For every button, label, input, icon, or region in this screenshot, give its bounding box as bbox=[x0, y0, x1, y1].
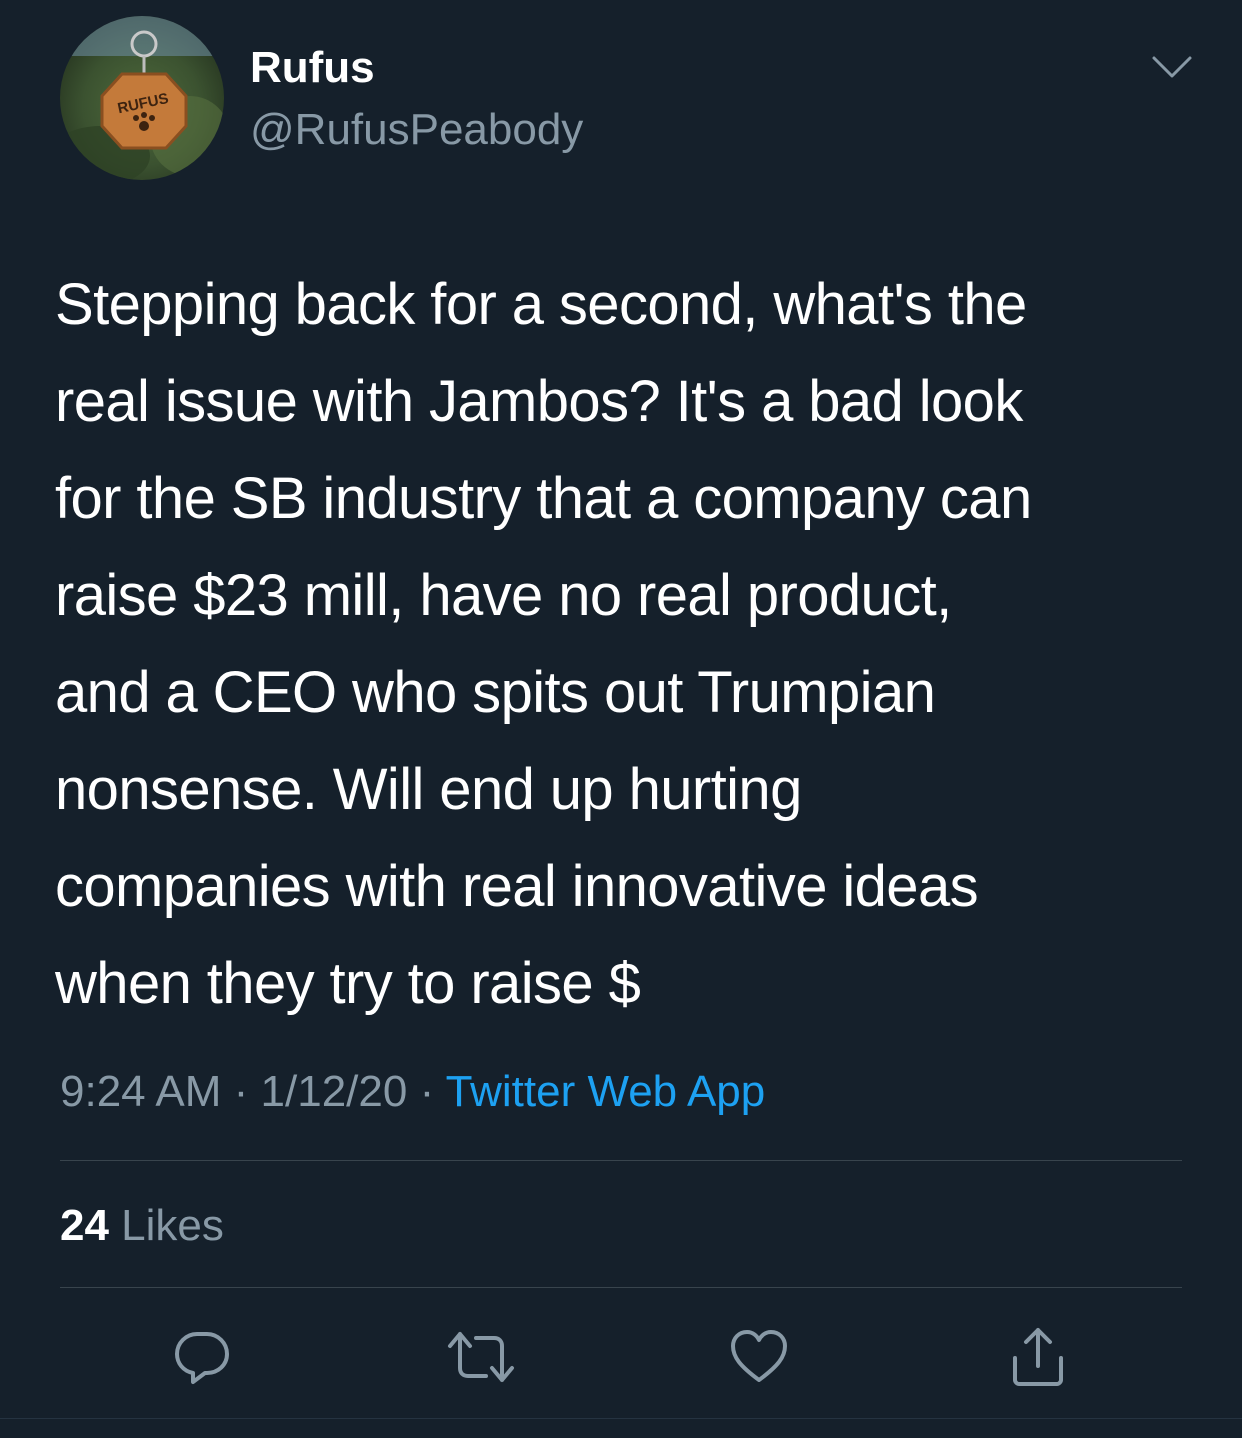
tweet-text-line: real issue with Jambos? It's a bad look bbox=[55, 369, 1023, 434]
meta-separator: · bbox=[407, 1067, 446, 1116]
likes-label: Likes bbox=[108, 1201, 224, 1250]
share-icon bbox=[1013, 1328, 1063, 1386]
tweet-text-line: for the SB industry that a company can bbox=[55, 466, 1032, 531]
tweet-date[interactable]: 1/12/20 bbox=[261, 1067, 408, 1116]
bottom-edge bbox=[0, 1418, 1242, 1438]
avatar[interactable]: RUFUS bbox=[60, 16, 224, 180]
tweet-text-line: companies with real innovative ideas bbox=[55, 854, 979, 919]
tweet-detail: RUFUS Rufus @RufusPeabody Stepping back … bbox=[0, 0, 1242, 1438]
tweet-text-line: and a CEO who spits out Trumpian bbox=[55, 660, 936, 725]
divider bbox=[60, 1287, 1182, 1288]
tweet-text-line: raise $23 mill, have no real product, bbox=[55, 563, 952, 628]
dog-tag-photo-icon: RUFUS bbox=[60, 16, 224, 180]
tweet-text: Stepping back for a second, what's the r… bbox=[55, 256, 1195, 1032]
tweet-text-line: when they try to raise $ bbox=[55, 951, 641, 1016]
tweet-text-line: nonsense. Will end up hurting bbox=[55, 757, 802, 822]
retweet-button[interactable] bbox=[446, 1322, 516, 1392]
reply-icon bbox=[175, 1332, 229, 1384]
tweet-time[interactable]: 9:24 AM bbox=[60, 1067, 221, 1116]
like-button[interactable] bbox=[724, 1322, 794, 1392]
likes-count: 24 bbox=[60, 1201, 109, 1250]
chevron-down-icon[interactable] bbox=[1150, 52, 1194, 82]
retweet-icon bbox=[448, 1332, 514, 1382]
divider bbox=[60, 1160, 1182, 1161]
meta-separator: · bbox=[221, 1067, 261, 1116]
reply-button[interactable] bbox=[167, 1322, 237, 1392]
tweet-text-line: Stepping back for a second, what's the bbox=[55, 272, 1027, 337]
display-name[interactable]: Rufus bbox=[250, 40, 375, 96]
likes-stat[interactable]: 24 Likes bbox=[60, 1196, 224, 1256]
tweet-source-link[interactable]: Twitter Web App bbox=[446, 1067, 766, 1116]
tweet-meta: 9:24 AM · 1/12/20 · Twitter Web App bbox=[60, 1062, 765, 1122]
heart-icon bbox=[731, 1330, 787, 1382]
share-button[interactable] bbox=[1003, 1322, 1073, 1392]
user-handle[interactable]: @RufusPeabody bbox=[250, 102, 583, 158]
